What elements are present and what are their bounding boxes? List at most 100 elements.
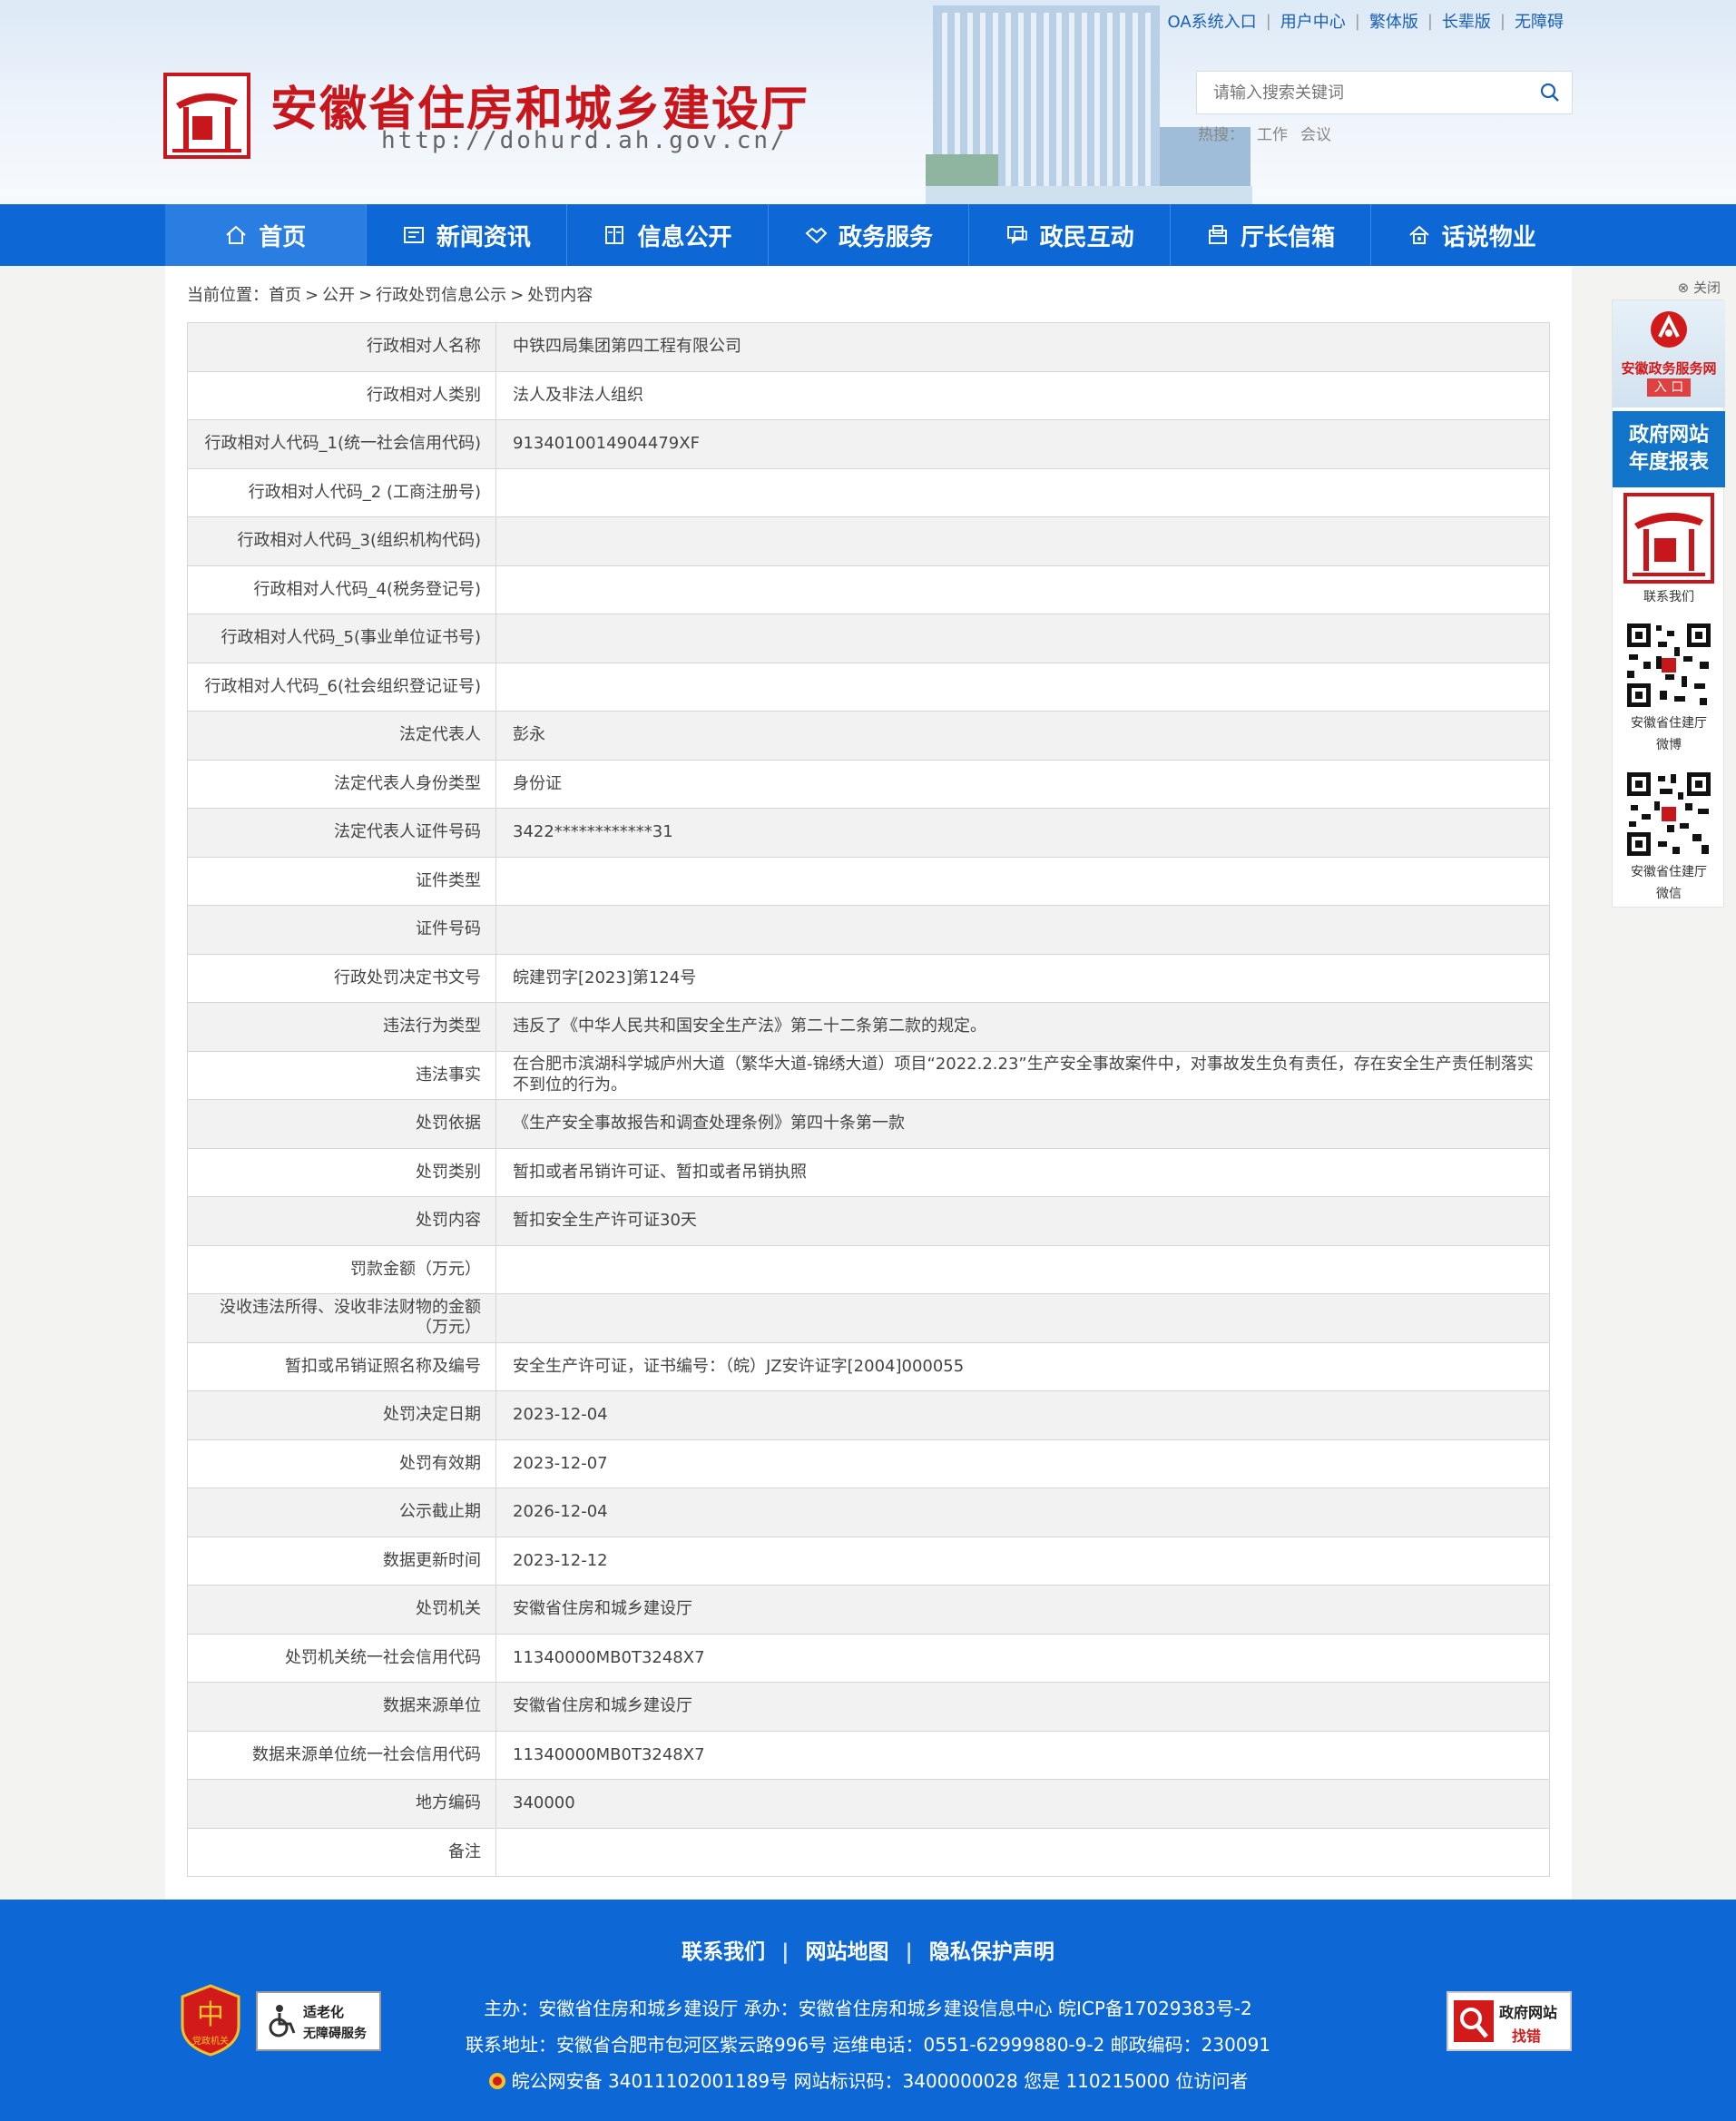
- search-box: [1196, 71, 1573, 114]
- field-value: [495, 856, 1550, 906]
- table-row: 处罚类别 暂扣或者吊销许可证、暂扣或者吊销执照: [187, 1147, 1550, 1197]
- magnifier-icon: [1454, 2000, 1494, 2042]
- traditional-chinese-link[interactable]: 繁体版: [1369, 9, 1418, 33]
- party-gov-badge[interactable]: 中 党政机关: [179, 1984, 242, 2057]
- elder-mode-link[interactable]: 长辈版: [1442, 9, 1491, 33]
- weibo-label-line2: 微博: [1656, 738, 1682, 752]
- gov-service-label: 安徽政务服务网: [1621, 360, 1717, 377]
- nav-director-mailbox[interactable]: 厅长信箱: [1171, 204, 1372, 266]
- weibo-qr-code: [1623, 620, 1714, 711]
- chat-icon: [1006, 226, 1027, 245]
- field-label: 地方编码: [187, 1779, 496, 1829]
- nav-news[interactable]: 新闻资讯: [367, 204, 568, 266]
- field-label: 法定代表人: [187, 711, 496, 761]
- field-label: 行政相对人代码_3(组织机构代码): [187, 516, 496, 566]
- table-row: 行政处罚决定书文号 皖建罚字[2023]第124号: [187, 953, 1550, 1003]
- weibo-label: 安徽省住建厅 微博: [1613, 712, 1725, 756]
- table-row: 地方编码 340000: [187, 1779, 1550, 1829]
- field-value: [495, 565, 1550, 614]
- field-value: [495, 1293, 1550, 1343]
- accessibility-link[interactable]: 无障碍: [1515, 9, 1564, 33]
- weibo-label-line1: 安徽省住建厅: [1631, 716, 1707, 731]
- field-label: 行政相对人代码_5(事业单位证书号): [187, 614, 496, 663]
- field-value: 2023-12-12: [495, 1536, 1550, 1586]
- footer-record-text: 皖公网安备 34011102001189号 网站标识码：3400000028 您…: [511, 2070, 1249, 2092]
- breadcrumb-prefix: 当前位置：: [187, 286, 269, 305]
- field-label: 处罚有效期: [187, 1439, 496, 1488]
- breadcrumb-public[interactable]: 公开: [322, 286, 355, 305]
- elder-friendly-badge[interactable]: 适老化 无障碍服务: [256, 1991, 381, 2051]
- wechat-label-line1: 安徽省住建厅: [1631, 865, 1707, 879]
- annual-report-line2: 年度报表: [1628, 451, 1709, 474]
- gov-service-portal-link[interactable]: 安徽政务服务网 入 口: [1613, 300, 1725, 408]
- field-label: 行政相对人代码_1(统一社会信用代码): [187, 419, 496, 469]
- table-row: 违法事实 在合肥市滨湖科学城庐州大道（繁华大道-锦绣大道）项目“2022.2.23…: [187, 1050, 1550, 1100]
- nav-property-talk[interactable]: 话说物业: [1371, 204, 1572, 266]
- field-label: 行政相对人类别: [187, 370, 496, 420]
- hot-search: 热搜： 工作 会议: [1198, 122, 1344, 144]
- contact-us-label[interactable]: 联系我们: [1613, 587, 1725, 605]
- field-value: 3422************31: [495, 808, 1550, 858]
- field-label: 罚款金额（万元）: [187, 1244, 496, 1294]
- book-icon: [605, 226, 624, 244]
- field-value: 法人及非法人组织: [495, 370, 1550, 420]
- svg-text:中: 中: [197, 1999, 224, 2031]
- oa-link[interactable]: OA系统入口: [1168, 9, 1257, 33]
- nav-home[interactable]: 首页: [165, 204, 367, 266]
- contact-logo-icon[interactable]: [1623, 493, 1714, 584]
- party-gov-label: 党政机关: [192, 2035, 229, 2047]
- nav-interaction[interactable]: 政民互动: [969, 204, 1171, 266]
- site-logo[interactable]: [163, 73, 250, 159]
- field-label: 处罚内容: [187, 1196, 496, 1246]
- breadcrumb-current[interactable]: 处罚内容: [527, 286, 593, 305]
- field-value: 340000: [495, 1779, 1550, 1829]
- find-error-badge[interactable]: 政府网站 找错: [1447, 1991, 1572, 2051]
- breadcrumb-separator: >: [305, 286, 319, 305]
- news-icon: [403, 227, 424, 243]
- footer-sitemap-link[interactable]: 网站地图: [806, 1940, 889, 1964]
- table-row: 公示截止期 2026-12-04: [187, 1488, 1550, 1537]
- footer-links: 联系我们 | 网站地图 | 隐私保护声明: [682, 1940, 1054, 1964]
- field-label: 没收违法所得、没收非法财物的金额（万元）: [187, 1293, 496, 1343]
- wheelchair-icon: [269, 2005, 296, 2038]
- breadcrumb-separator: >: [358, 286, 373, 305]
- search-icon[interactable]: [1528, 71, 1572, 114]
- field-label: 处罚类别: [187, 1147, 496, 1197]
- table-row: 行政相对人代码_1(统一社会信用代码) 9134010014904479XF: [187, 419, 1550, 469]
- nav-info-disclosure[interactable]: 信息公开: [567, 204, 769, 266]
- user-center-link[interactable]: 用户中心: [1280, 9, 1346, 33]
- table-row: 行政相对人代码_6(社会组织登记证号): [187, 662, 1550, 712]
- breadcrumb-home[interactable]: 首页: [269, 286, 301, 305]
- field-value: 安全生产许可证，证书编号：（皖）JZ安许证字[2004]000055: [495, 1341, 1550, 1391]
- annual-report-link[interactable]: 政府网站 年度报表: [1613, 411, 1725, 487]
- hot-word[interactable]: 会议: [1300, 126, 1331, 144]
- table-row: 罚款金额（万元）: [187, 1244, 1550, 1294]
- table-row: 法定代表人身份类型 身份证: [187, 759, 1550, 809]
- handshake-icon: [805, 227, 828, 244]
- footer-privacy-link[interactable]: 隐私保护声明: [929, 1940, 1054, 1964]
- close-float-button[interactable]: ⊗ 关闭: [1678, 278, 1721, 297]
- hot-search-label: 热搜：: [1198, 126, 1244, 144]
- search-input[interactable]: [1197, 72, 1528, 113]
- main-nav: 首页 新闻资讯 信息公开 政务服务 政民互动 厅长信箱 话说物业: [0, 204, 1736, 266]
- breadcrumb-penalty-list[interactable]: 行政处罚信息公示: [376, 286, 506, 305]
- field-label: 数据更新时间: [187, 1536, 496, 1586]
- field-value: 暂扣安全生产许可证30天: [495, 1196, 1550, 1246]
- table-row: 行政相对人名称 中铁四局集团第四工程有限公司: [187, 322, 1550, 372]
- field-label: 行政相对人代码_6(社会组织登记证号): [187, 662, 496, 712]
- field-value: 《生产安全事故报告和调查处理条例》第四十条第一款: [495, 1099, 1550, 1149]
- table-row: 暂扣或吊销证照名称及编号 安全生产许可证，证书编号：（皖）JZ安许证字[2004]…: [187, 1341, 1550, 1391]
- field-label: 数据来源单位: [187, 1682, 496, 1732]
- field-label: 行政相对人代码_4(税务登记号): [187, 565, 496, 614]
- field-value: [495, 614, 1550, 663]
- hot-word[interactable]: 工作: [1257, 126, 1288, 144]
- nav-gov-services[interactable]: 政务服务: [769, 204, 970, 266]
- table-row: 备注: [187, 1827, 1550, 1877]
- breadcrumb: 当前位置：首页 > 公开 > 行政处罚信息公示 > 处罚内容: [187, 282, 593, 306]
- field-label: 处罚机关: [187, 1585, 496, 1635]
- footer-contact-link[interactable]: 联系我们: [682, 1940, 765, 1964]
- table-row: 处罚机关 安徽省住房和城乡建设厅: [187, 1585, 1550, 1635]
- field-value: [495, 467, 1550, 517]
- site-url: http://dohurd.ah.gov.cn/: [381, 127, 788, 154]
- table-row: 处罚有效期 2023-12-07: [187, 1439, 1550, 1488]
